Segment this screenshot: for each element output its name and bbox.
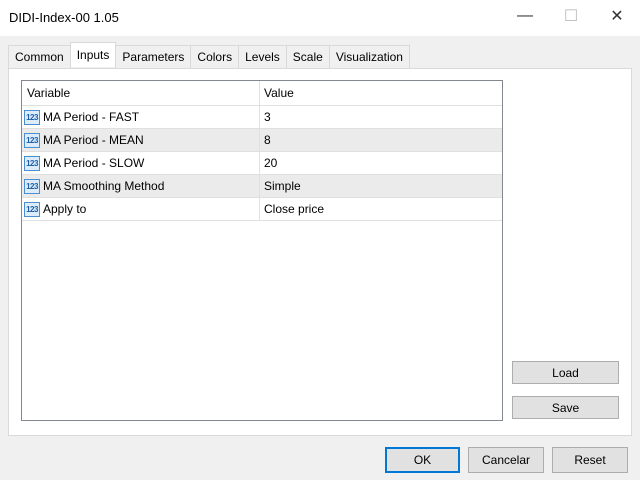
table-row[interactable]: 123 MA Period - SLOW 20 bbox=[22, 152, 502, 175]
tab-inputs[interactable]: Inputs bbox=[69, 42, 117, 67]
value-cell[interactable]: Close price bbox=[260, 198, 502, 220]
ok-button[interactable]: OK bbox=[385, 447, 460, 473]
number-input-icon: 123 bbox=[24, 201, 40, 217]
table-header: Variable Value bbox=[22, 81, 502, 106]
window-title: DIDI-Index-00 1.05 bbox=[9, 10, 119, 25]
value-cell[interactable]: 3 bbox=[260, 106, 502, 128]
table-row[interactable]: 123 MA Period - FAST 3 bbox=[22, 106, 502, 129]
close-button[interactable]: ✕ bbox=[594, 0, 640, 32]
variable-name: Apply to bbox=[43, 202, 87, 216]
inputs-table: Variable Value 123 MA Period - FAST 3 123… bbox=[21, 80, 503, 421]
value-cell[interactable]: 8 bbox=[260, 129, 502, 151]
tab-colors[interactable]: Colors bbox=[190, 45, 240, 68]
value-cell[interactable]: 20 bbox=[260, 152, 502, 174]
number-input-icon: 123 bbox=[24, 178, 40, 194]
load-button[interactable]: Load bbox=[512, 361, 619, 384]
table-row[interactable]: 123 Apply to Close price bbox=[22, 198, 502, 221]
tab-strip: Common Inputs Parameters Colors Levels S… bbox=[8, 42, 410, 68]
tab-scale[interactable]: Scale bbox=[285, 45, 330, 68]
variable-name: MA Period - MEAN bbox=[43, 133, 144, 147]
number-input-icon: 123 bbox=[24, 132, 40, 148]
variable-name: MA Period - SLOW bbox=[43, 156, 145, 170]
number-input-icon: 123 bbox=[24, 155, 40, 171]
reset-button[interactable]: Reset bbox=[552, 447, 628, 473]
title-bar: DIDI-Index-00 1.05 — ☐ ✕ bbox=[0, 0, 640, 36]
header-value[interactable]: Value bbox=[260, 81, 502, 105]
maximize-button[interactable]: ☐ bbox=[548, 0, 594, 32]
minimize-button[interactable]: — bbox=[502, 0, 548, 32]
variable-name: MA Period - FAST bbox=[43, 110, 140, 124]
number-input-icon: 123 bbox=[24, 109, 40, 125]
tab-visualization[interactable]: Visualization bbox=[328, 45, 410, 68]
tab-common[interactable]: Common bbox=[8, 45, 71, 68]
table-row[interactable]: 123 MA Period - MEAN 8 bbox=[22, 129, 502, 152]
header-variable[interactable]: Variable bbox=[22, 81, 260, 105]
cancel-button[interactable]: Cancelar bbox=[468, 447, 544, 473]
tab-levels[interactable]: Levels bbox=[238, 45, 287, 68]
value-cell[interactable]: Simple bbox=[260, 175, 502, 197]
save-button[interactable]: Save bbox=[512, 396, 619, 419]
tab-parameters[interactable]: Parameters bbox=[115, 45, 192, 68]
variable-name: MA Smoothing Method bbox=[43, 179, 165, 193]
table-row[interactable]: 123 MA Smoothing Method Simple bbox=[22, 175, 502, 198]
